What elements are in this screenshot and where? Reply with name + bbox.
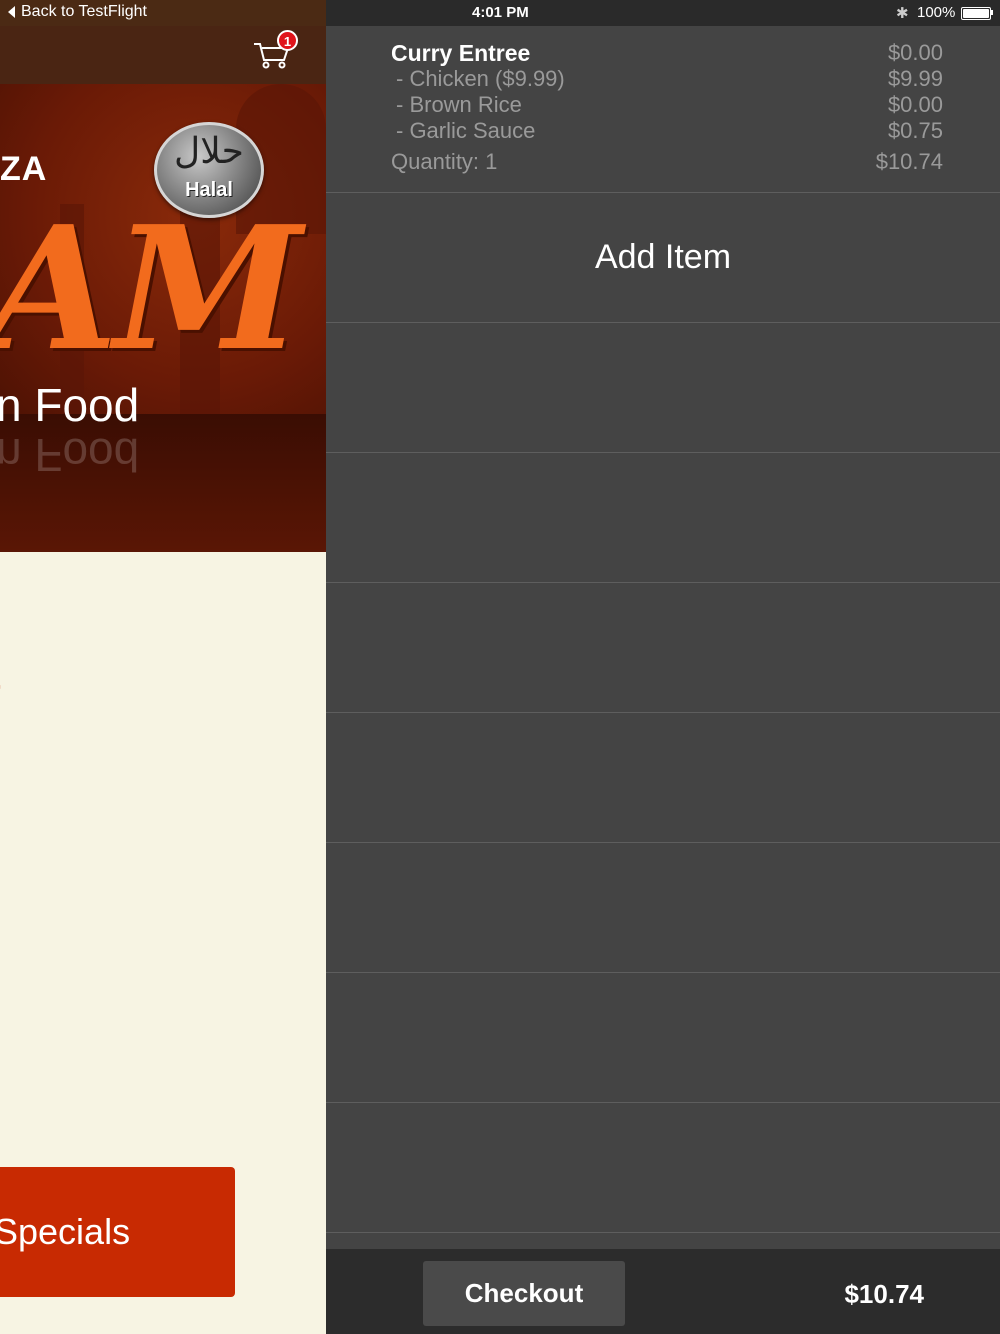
heading-fragment: t xyxy=(0,650,1,700)
empty-cart-row xyxy=(326,1103,1000,1233)
back-chevron-icon xyxy=(8,6,15,18)
specials-button-label: Specials xyxy=(0,1211,131,1252)
back-link-label: Back to TestFlight xyxy=(21,3,147,20)
modifier-price: $0.00 xyxy=(887,92,943,117)
item-name: Curry Entree xyxy=(391,40,531,66)
empty-cart-row xyxy=(326,583,1000,713)
cart-item-row[interactable]: Curry Entree $0.00 - Chicken ($9.99) $9.… xyxy=(326,26,1000,193)
modifier-label: - Brown Rice xyxy=(396,92,522,117)
empty-cart-row xyxy=(326,713,1000,843)
back-to-testflight-link[interactable]: Back to TestFlight xyxy=(8,3,147,21)
restaurant-banner: ZA AM n Food n Food حلال Halal xyxy=(0,84,326,552)
checkout-bar: Checkout $10.74 xyxy=(326,1249,1000,1334)
banner-logo-text: AM xyxy=(0,189,302,389)
empty-cart-row xyxy=(326,843,1000,973)
bluetooth-icon: ✱ xyxy=(896,5,909,22)
banner-text-top: ZA xyxy=(0,150,48,188)
battery-icon xyxy=(961,7,991,20)
modifier-label: - Garlic Sauce xyxy=(396,118,536,143)
modifier-price: $0.75 xyxy=(887,118,943,143)
background-app: 1 ZA AM n Food n Food حلال Halal t Speci… xyxy=(0,0,326,1334)
modifier-label: - Chicken ($9.99) xyxy=(396,66,565,91)
banner-tagline: n Food xyxy=(0,379,140,431)
quantity-label: Quantity: 1 xyxy=(391,149,498,174)
checkout-button[interactable]: Checkout xyxy=(423,1261,625,1326)
order-total: $10.74 xyxy=(844,1279,924,1309)
empty-cart-row xyxy=(326,323,1000,453)
empty-cart-row xyxy=(326,973,1000,1103)
status-bar: Back to TestFlight 4:01 PM ✱ 100% xyxy=(0,0,1000,26)
halal-label: Halal xyxy=(185,179,233,201)
battery-percent: 100% xyxy=(917,4,956,21)
cart-badge: 1 xyxy=(277,30,298,51)
add-item-button[interactable]: Add Item xyxy=(326,193,1000,323)
halal-badge-icon: حلال Halal xyxy=(154,122,264,218)
banner-tagline-reflection: n Food xyxy=(0,429,140,481)
modifier-price: $9.99 xyxy=(887,66,943,91)
item-base-price: $0.00 xyxy=(887,40,943,65)
cart-drawer: Curry Entree $0.00 - Chicken ($9.99) $9.… xyxy=(326,26,1000,1334)
halal-arabic-text: حلال xyxy=(174,130,244,171)
status-time: 4:01 PM xyxy=(472,4,529,21)
item-line-total: $10.74 xyxy=(875,149,943,174)
empty-cart-row xyxy=(326,453,1000,583)
